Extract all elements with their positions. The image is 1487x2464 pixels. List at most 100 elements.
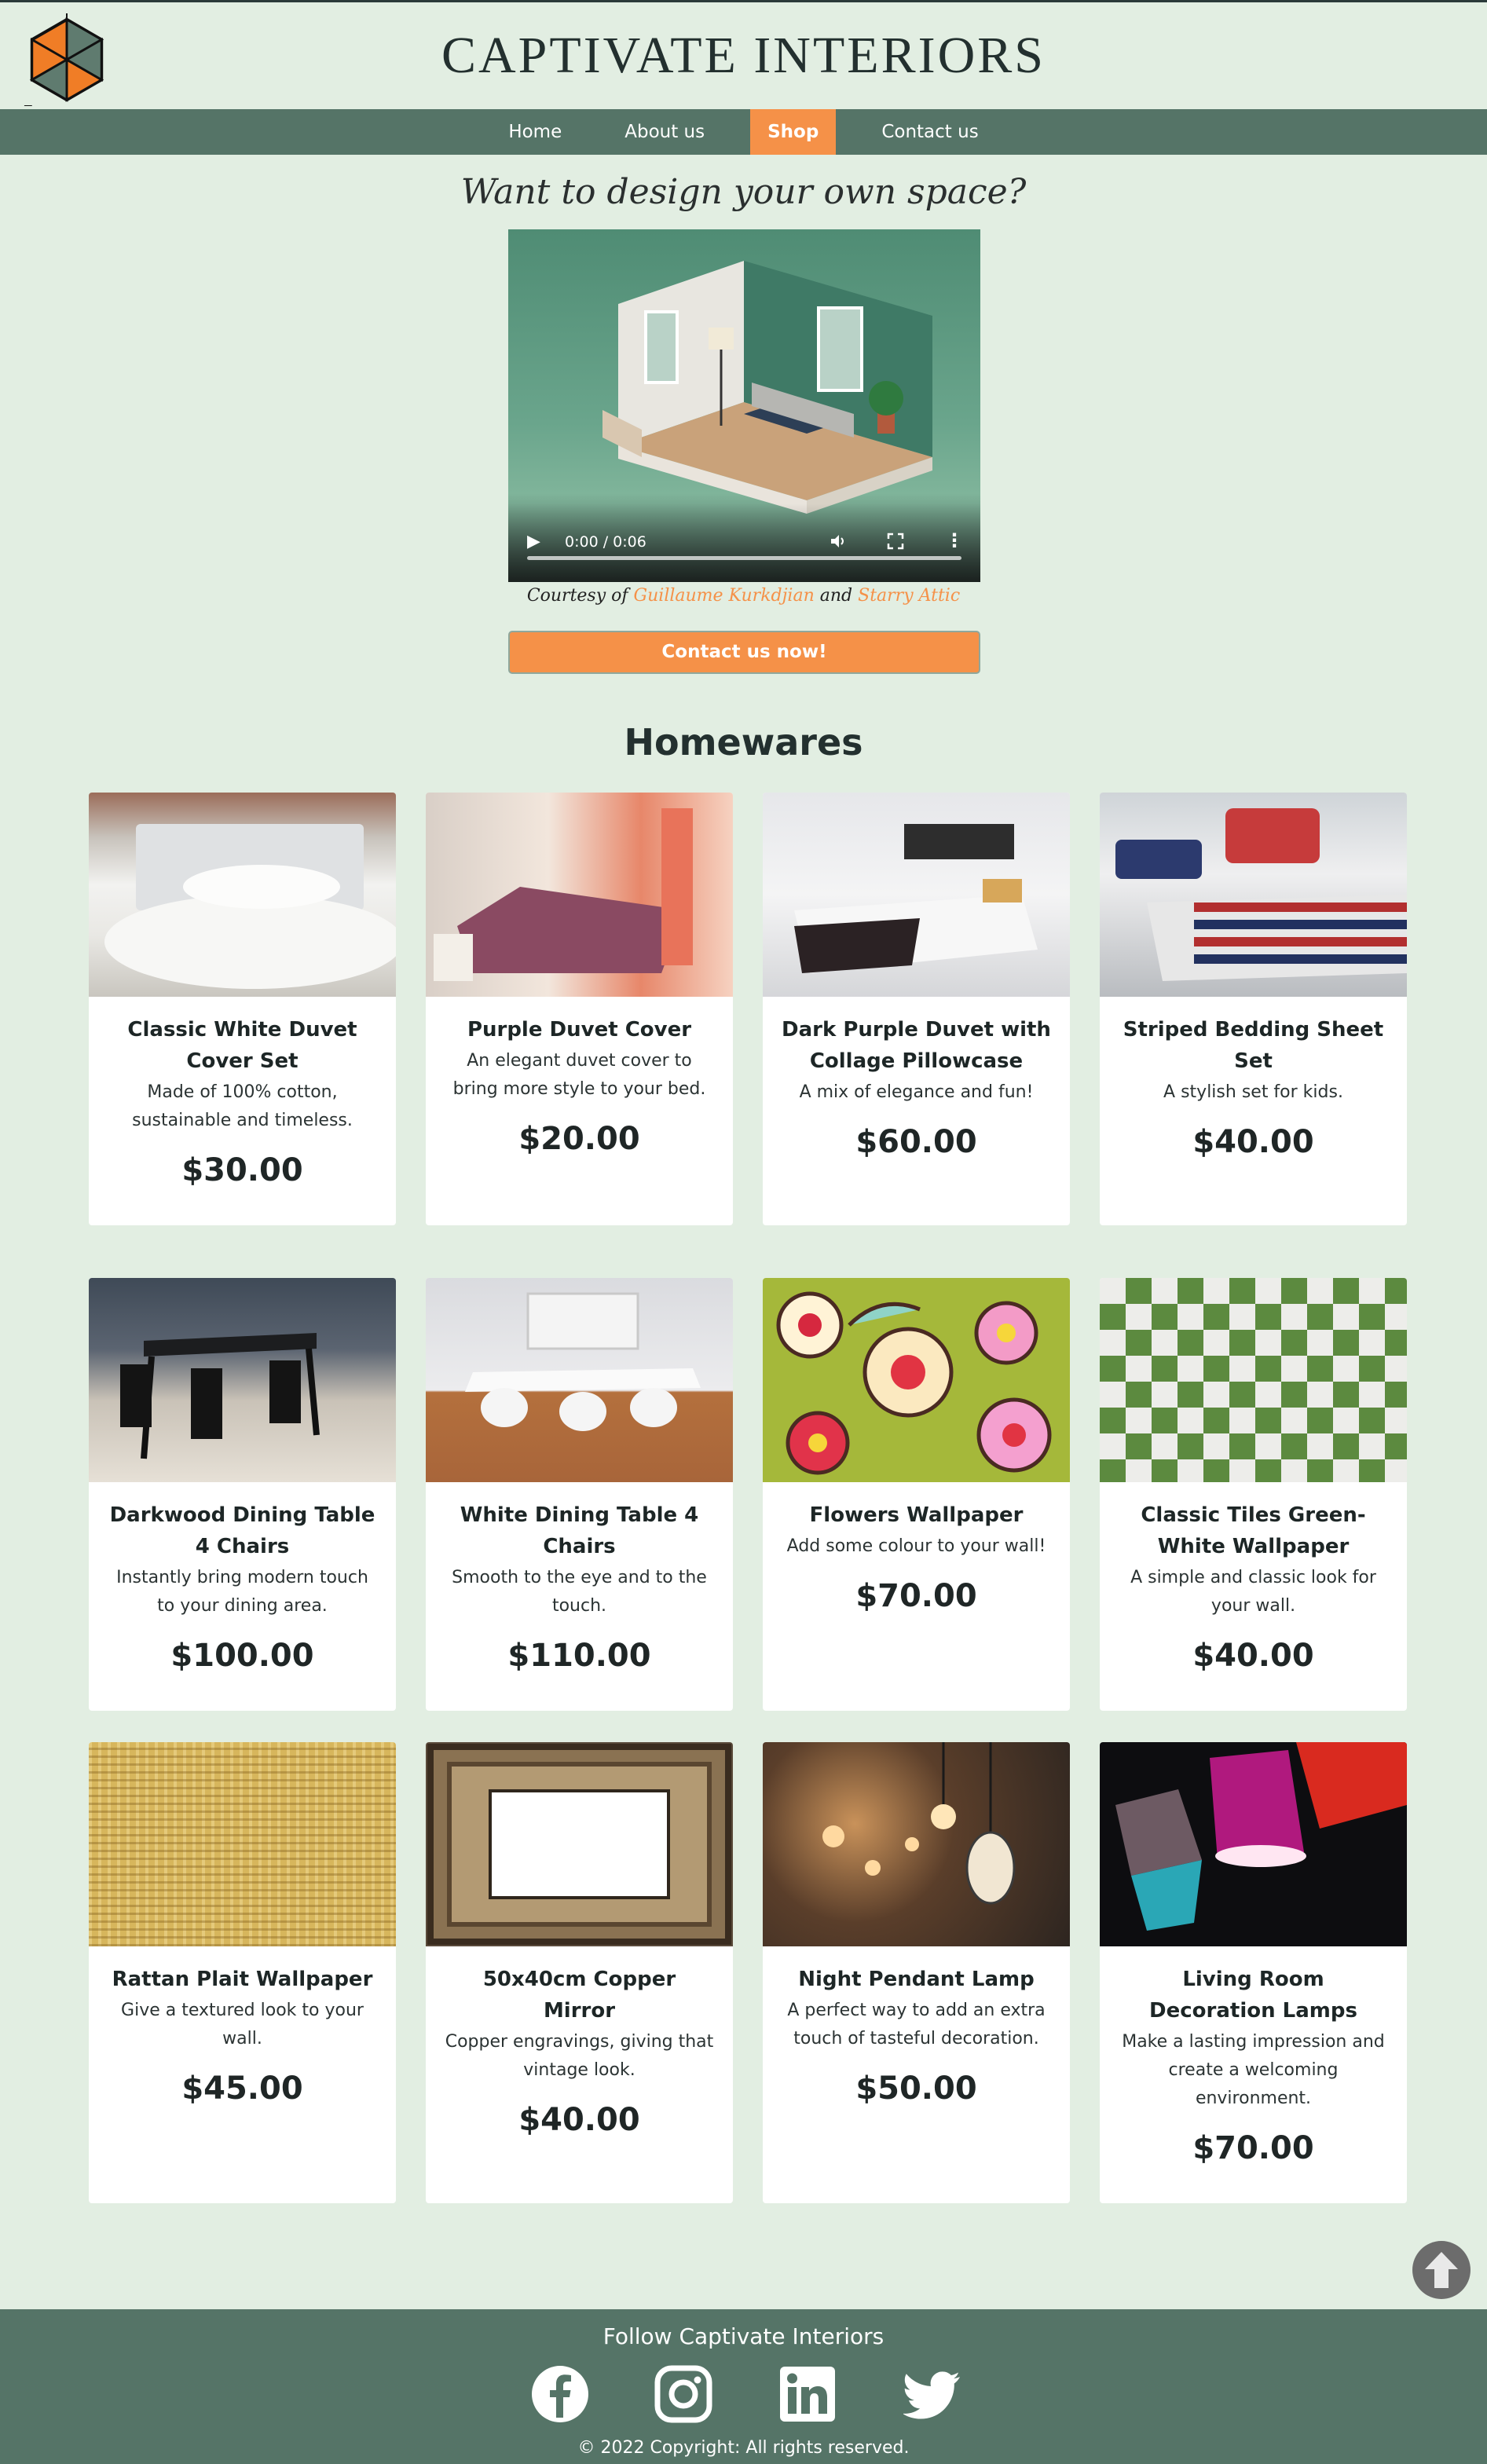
product-name: Striped Bedding Sheet Set — [1123, 1018, 1384, 1073]
follow-text: Follow Captivate Interiors — [602, 2323, 885, 2349]
product-card[interactable]: Striped Bedding Sheet Set A stylish set … — [1100, 793, 1407, 1225]
product-image — [89, 793, 396, 997]
product-price: $60.00 — [855, 1124, 977, 1160]
product-image — [1100, 1278, 1407, 1482]
product-description: Instantly bring modern touch to your din… — [116, 1568, 368, 1616]
product-price: $40.00 — [518, 2102, 640, 2138]
product-body: Living Room Decoration Lamps Make a last… — [1100, 1946, 1407, 2166]
product-price: $20.00 — [518, 1121, 640, 1157]
linkedin-icon[interactable] — [778, 2364, 837, 2424]
credit-link-starry-attic[interactable]: Starry Attic — [858, 586, 960, 606]
product-card[interactable]: White Dining Table 4 Chairs Smooth to th… — [426, 1278, 733, 1711]
product-card[interactable]: Classic Tiles Green-White Wallpaper A si… — [1100, 1278, 1407, 1711]
video-credit: Courtesy of Guillaume Kurkdjian and Star… — [0, 586, 1487, 606]
product-description: Made of 100% cotton, sustainable and tim… — [132, 1082, 353, 1130]
homewares-title: Homewares — [624, 721, 863, 763]
product-name: Dark Purple Duvet with Collage Pillowcas… — [782, 1018, 1051, 1073]
product-description: A stylish set for kids. — [1163, 1082, 1343, 1102]
product-body: Dark Purple Duvet with Collage Pillowcas… — [763, 997, 1070, 1160]
video-progress-bar[interactable] — [527, 556, 961, 560]
product-body: Rattan Plait Wallpaper Give a textured l… — [89, 1946, 396, 2107]
product-price: $30.00 — [181, 1152, 303, 1188]
nav-item-about[interactable]: About us — [607, 109, 722, 155]
facebook-icon[interactable] — [530, 2364, 590, 2424]
product-image — [426, 1278, 733, 1482]
product-card[interactable]: Classic White Duvet Cover Set Made of 10… — [89, 793, 396, 1225]
product-name: Night Pendant Lamp — [798, 1968, 1035, 1991]
product-name: Rattan Plait Wallpaper — [112, 1968, 373, 1991]
main-nav: Home About us Shop Contact us — [0, 109, 1487, 155]
instagram-icon[interactable] — [654, 2364, 713, 2424]
fullscreen-icon[interactable] — [887, 533, 904, 550]
product-name: White Dining Table 4 Chairs — [460, 1503, 699, 1558]
product-name: Classic Tiles Green-White Wallpaper — [1141, 1503, 1366, 1558]
nav-item-home[interactable]: Home — [491, 109, 579, 155]
hero-heading: Want to design your own space? — [460, 172, 1027, 212]
scroll-to-top-button[interactable] — [1412, 2241, 1471, 2299]
nav-item-shop[interactable]: Shop — [750, 109, 837, 155]
product-description: A mix of elegance and fun! — [799, 1082, 1034, 1102]
product-price: $45.00 — [181, 2070, 303, 2107]
product-image — [763, 1742, 1070, 1946]
product-image — [763, 1278, 1070, 1482]
product-price: $40.00 — [1192, 1638, 1314, 1674]
arrow-up-icon — [1425, 2252, 1458, 2288]
product-body: Night Pendant Lamp A perfect way to add … — [763, 1946, 1070, 2107]
product-name: Classic White Duvet Cover Set — [127, 1018, 357, 1073]
product-body: Purple Duvet Cover An elegant duvet cove… — [426, 997, 733, 1157]
copyright-text: © 2022 Copyright: All rights reserved. — [577, 2438, 910, 2458]
volume-icon[interactable] — [829, 532, 848, 551]
product-description: A simple and classic look for your wall. — [1130, 1568, 1376, 1616]
site-title: CAPTIVATE INTERIORS — [441, 27, 1046, 84]
twitter-icon[interactable] — [903, 2364, 963, 2424]
product-name: Purple Duvet Cover — [467, 1018, 692, 1042]
product-card[interactable]: Darkwood Dining Table 4 Chairs Instantly… — [89, 1278, 396, 1711]
product-description: Make a lasting impression and create a w… — [1122, 2032, 1385, 2108]
product-image — [1100, 1742, 1407, 1946]
product-description: An elegant duvet cover to bring more sty… — [452, 1051, 706, 1099]
product-body: 50x40cm Copper Mirror Copper engravings,… — [426, 1946, 733, 2138]
product-name: Flowers Wallpaper — [809, 1503, 1024, 1527]
product-name: Living Room Decoration Lamps — [1149, 1968, 1357, 2023]
product-image — [89, 1278, 396, 1482]
product-body: Classic White Duvet Cover Set Made of 10… — [89, 997, 396, 1188]
product-image — [89, 1742, 396, 1946]
product-description: Add some colour to your wall! — [786, 1536, 1046, 1556]
product-description: Copper engravings, giving that vintage l… — [445, 2032, 714, 2080]
product-card[interactable]: Night Pendant Lamp A perfect way to add … — [763, 1742, 1070, 2203]
product-image — [426, 1742, 733, 1946]
credit-and: and — [819, 586, 853, 606]
product-description: Smooth to the eye and to the touch. — [452, 1568, 707, 1616]
intro-video[interactable]: ▶ 0:00 / 0:06 ⋮ — [508, 229, 980, 582]
product-card[interactable]: Flowers Wallpaper Add some colour to you… — [763, 1278, 1070, 1711]
nav-item-contact[interactable]: Contact us — [864, 109, 995, 155]
site-footer: Follow Captivate Interiors © 2022 Copyri… — [0, 2309, 1487, 2464]
product-price: $40.00 — [1192, 1124, 1314, 1160]
video-time: 0:00 / 0:06 — [565, 533, 646, 551]
product-image — [1100, 793, 1407, 997]
contact-us-button[interactable]: Contact us now! — [508, 631, 980, 674]
product-price: $50.00 — [855, 2070, 977, 2107]
product-price: $110.00 — [507, 1638, 651, 1674]
product-card[interactable]: 50x40cm Copper Mirror Copper engravings,… — [426, 1742, 733, 2203]
product-body: Classic Tiles Green-White Wallpaper A si… — [1100, 1482, 1407, 1674]
product-card[interactable]: Purple Duvet Cover An elegant duvet cove… — [426, 793, 733, 1225]
product-body: Darkwood Dining Table 4 Chairs Instantly… — [89, 1482, 396, 1674]
video-controls: ▶ 0:00 / 0:06 ⋮ — [508, 503, 980, 582]
product-description: Give a textured look to your wall. — [121, 2001, 364, 2048]
product-card[interactable]: Dark Purple Duvet with Collage Pillowcas… — [763, 793, 1070, 1225]
product-card[interactable]: Living Room Decoration Lamps Make a last… — [1100, 1742, 1407, 2203]
product-body: Flowers Wallpaper Add some colour to you… — [763, 1482, 1070, 1614]
product-card[interactable]: Rattan Plait Wallpaper Give a textured l… — [89, 1742, 396, 2203]
product-body: White Dining Table 4 Chairs Smooth to th… — [426, 1482, 733, 1674]
play-icon[interactable]: ▶ — [527, 532, 540, 551]
product-image — [763, 793, 1070, 997]
more-options-icon[interactable]: ⋮ — [945, 529, 964, 551]
product-name: Darkwood Dining Table 4 Chairs — [109, 1503, 375, 1558]
product-body: Striped Bedding Sheet Set A stylish set … — [1100, 997, 1407, 1160]
product-image — [426, 793, 733, 997]
credit-prefix: Courtesy of — [526, 586, 628, 606]
product-price: $100.00 — [170, 1638, 314, 1674]
credit-link-guillaume[interactable]: Guillaume Kurkdjian — [634, 586, 815, 606]
product-price: $70.00 — [1192, 2130, 1314, 2166]
